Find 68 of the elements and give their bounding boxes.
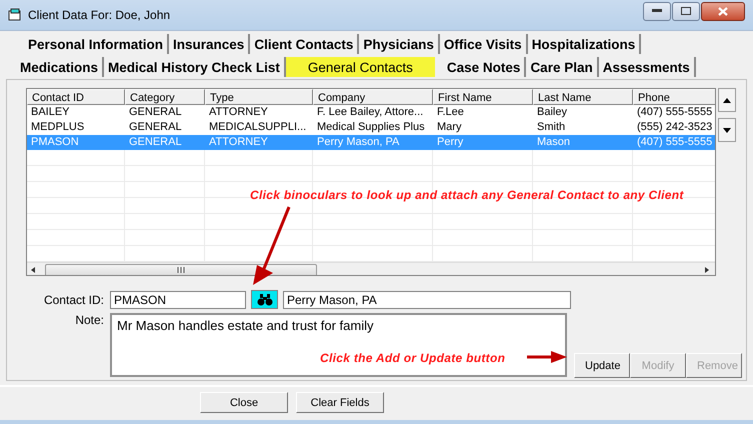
table-cell-text: Perry Mason, PA <box>316 135 400 150</box>
maximize-button[interactable] <box>672 2 700 20</box>
window-title: Client Data For: Doe, John <box>28 8 172 22</box>
close-button[interactable]: Close <box>200 392 288 413</box>
tab[interactable]: Insurances <box>169 34 250 54</box>
tab[interactable]: Care Plan <box>526 57 599 77</box>
tab[interactable]: Case Notes <box>442 57 526 77</box>
grip-icon <box>177 267 185 273</box>
column-header[interactable]: Contact ID <box>27 89 125 105</box>
column-header[interactable]: First Name <box>433 89 533 105</box>
table-cell-text: Smith <box>536 120 566 135</box>
clear-fields-button[interactable]: Clear Fields <box>296 392 384 413</box>
table-cell-text: F.Lee <box>436 105 465 120</box>
contact-id-field[interactable]: PMASON <box>110 290 246 308</box>
column-header[interactable]: Type <box>205 89 313 105</box>
table-cell-text: MEDICALSUPPLI... <box>208 120 308 135</box>
minimize-button[interactable] <box>643 2 671 20</box>
close-icon <box>718 6 728 16</box>
down-arrow-icon <box>723 128 731 132</box>
column-header[interactable]: Last Name <box>533 89 633 105</box>
maximize-icon <box>681 7 691 15</box>
scroll-down-button[interactable] <box>718 118 736 142</box>
callout-text: Click binoculars to look up and attach any General Contact to any Client <box>250 188 684 202</box>
table-cell-text: ATTORNEY <box>208 105 269 120</box>
note-label: Note: <box>74 313 104 327</box>
table-cell-text: Bailey <box>536 105 568 120</box>
table-cell-text: Mary <box>436 120 462 135</box>
up-arrow-icon <box>723 98 731 102</box>
table-row[interactable]: BAILEY GENERAL ATTORNEY F. Lee Bailey, Attore... F.Lee Bailey (407) 555-5555 <box>27 105 715 120</box>
table-cell-text: MEDPLUS <box>30 120 86 135</box>
horizontal-scrollbar[interactable] <box>27 262 715 275</box>
column-header[interactable]: Company <box>313 89 433 105</box>
table-cell-text: GENERAL <box>128 105 183 120</box>
scroll-left-icon[interactable] <box>31 266 35 274</box>
close-button[interactable] <box>701 2 745 20</box>
arrow <box>527 351 567 363</box>
table-cell-text: (555) 242-3523 <box>636 120 714 135</box>
tab[interactable]: General Contacts <box>286 57 435 77</box>
table-cell-text: Medical Supplies Plus <box>316 120 426 135</box>
table-cell-text: Perry <box>436 135 464 150</box>
scroll-up-button[interactable] <box>718 88 736 112</box>
tab[interactable]: Physicians <box>359 34 440 54</box>
tab[interactable]: Personal Information <box>24 34 170 54</box>
table-cell-text: F. Lee Bailey, Attore... <box>316 105 424 120</box>
tab[interactable]: Client Contacts <box>250 34 360 54</box>
binoculars-icon[interactable] <box>251 290 278 309</box>
scroll-right-icon[interactable] <box>705 266 709 274</box>
tab[interactable]: Hospitalizations <box>528 34 642 54</box>
table-cell-text: GENERAL <box>128 135 183 150</box>
tab[interactable]: Office Visits <box>440 34 528 54</box>
table-cell-text: ATTORNEY <box>208 135 269 150</box>
minimize-icon <box>652 9 662 13</box>
company-field[interactable]: Perry Mason, PA <box>283 290 571 308</box>
table-cell-text: PMASON <box>30 135 80 150</box>
table-cell-text: GENERAL <box>128 120 183 135</box>
column-header[interactable]: Category <box>125 89 205 105</box>
app-icon <box>8 8 22 22</box>
table-cell-text: Mason <box>536 135 572 150</box>
table-cell-text: (407) 555-5555 <box>636 105 714 120</box>
callout-text: Click the Add or Update button <box>320 351 506 365</box>
table-cell-text: BAILEY <box>30 105 71 120</box>
update-button[interactable]: Update <box>574 353 630 378</box>
table-cell-text: (407) 555-5555 <box>636 135 714 150</box>
tab[interactable]: Assessments <box>598 57 696 77</box>
tab[interactable]: Medications <box>16 57 104 77</box>
table-row[interactable]: MEDPLUS GENERAL MEDICALSUPPLI... Medical Supplies Plus Mary Smith (555) 242-3523 <box>27 120 715 135</box>
contact-id-label: Contact ID: <box>42 293 104 307</box>
column-header[interactable]: Phone <box>633 89 715 105</box>
